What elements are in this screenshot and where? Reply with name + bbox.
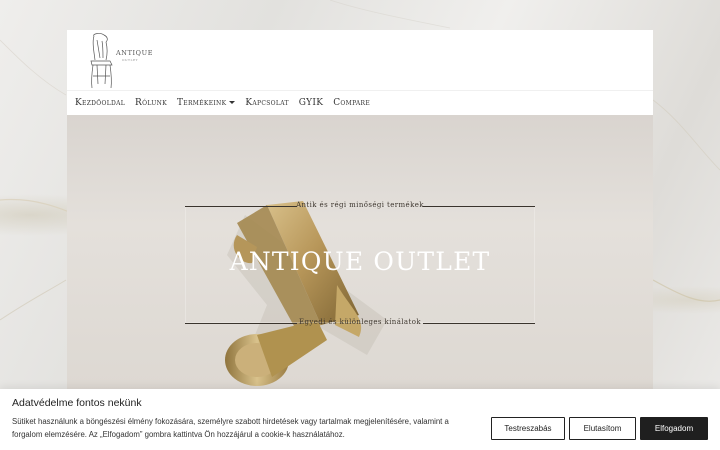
hero-title: ANTIQUE OUTLET — [229, 247, 491, 276]
nav-item-contact[interactable]: Kapcsolat — [245, 98, 288, 108]
header: ANTIQUE OUTLET — [67, 30, 653, 90]
nav-item-label: Termékeink — [177, 98, 227, 108]
nav-item-label: Kapcsolat — [245, 98, 289, 108]
hero-banner: Antik és régi minőségi termékek ANTIQUE … — [67, 115, 653, 390]
hero-tagline-top: Antik és régi minőségi termékek — [185, 201, 535, 209]
nav-item-faq[interactable]: GYIK — [299, 98, 323, 108]
hero-tagline-bottom-text: Egyedi és különleges kínálatok — [299, 318, 421, 326]
nav-item-home[interactable]: Kezdőoldal — [75, 98, 125, 108]
antique-chair-icon — [90, 33, 113, 89]
nav-item-about[interactable]: Rólunk — [135, 98, 167, 108]
logo-subtext: OUTLET — [122, 58, 139, 62]
nav-item-label: Compare — [333, 98, 371, 108]
nav-item-label: Kezdőoldal — [75, 98, 126, 108]
nav-item-label: GYIK — [298, 98, 324, 108]
cookie-consent-banner: Adatvédelme fontos nekünk Sütiket haszná… — [0, 389, 720, 450]
main-navigation: Kezdőoldal Rólunk Termékeink Kapcsolat G… — [67, 90, 653, 115]
cookie-title: Adatvédelme fontos nekünk — [12, 397, 142, 409]
website-frame: ANTIQUE OUTLET Kezdőoldal Rólunk Terméke… — [67, 30, 653, 390]
logo[interactable]: ANTIQUE OUTLET — [86, 32, 152, 90]
nav-item-label: Rólunk — [135, 98, 167, 108]
cookie-description: Sütiket használunk a böngészési élmény f… — [12, 417, 449, 439]
hero-tagline-top-text: Antik és régi minőségi termékek — [296, 201, 424, 209]
nav-item-products[interactable]: Termékeink — [177, 98, 236, 108]
logo-text: ANTIQUE — [116, 49, 154, 57]
caret-down-icon — [229, 101, 236, 104]
reject-button[interactable]: Elutasítom — [569, 417, 636, 440]
nav-item-compare[interactable]: Compare — [333, 98, 370, 108]
hero-tagline-bottom: Egyedi és különleges kínálatok — [185, 318, 535, 326]
customize-button[interactable]: Testreszabás — [491, 417, 565, 440]
accept-button[interactable]: Elfogadom — [640, 417, 708, 440]
